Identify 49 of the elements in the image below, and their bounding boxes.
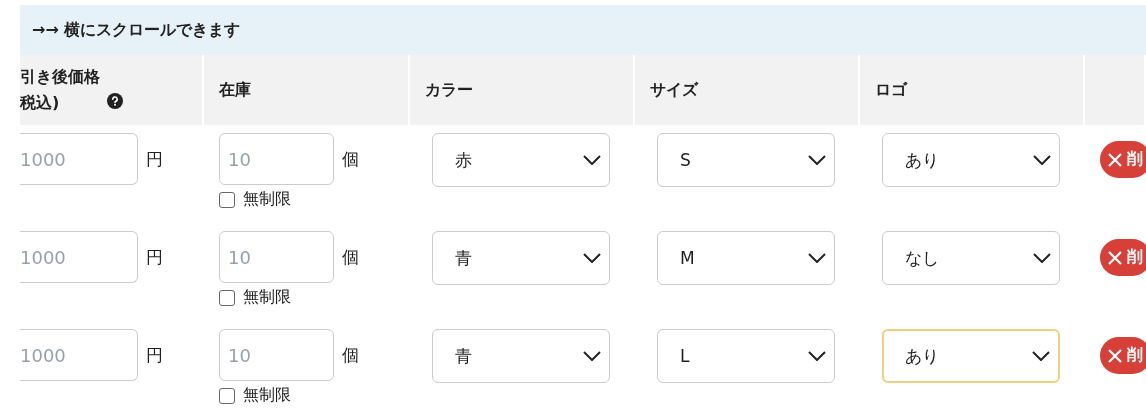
- close-icon: [1108, 152, 1122, 167]
- dropdown[interactable]: なし: [882, 231, 1060, 285]
- checkbox[interactable]: [219, 387, 235, 404]
- chevron-down-icon: [808, 155, 826, 165]
- dropdown[interactable]: 青: [432, 329, 610, 383]
- unit-label: 個: [342, 246, 359, 269]
- notice-text: →→ 横にスクロールできます: [20, 5, 1146, 55]
- unit-label: 円: [146, 344, 163, 367]
- dropdown[interactable]: あり: [882, 133, 1060, 187]
- column-header: 引き後価格税込): [20, 66, 101, 114]
- dropdown[interactable]: M: [657, 231, 835, 285]
- column-header: サイズ: [650, 79, 698, 101]
- checkbox[interactable]: [219, 289, 235, 306]
- delete-button[interactable]: 削: [1100, 337, 1146, 374]
- checkbox-label: 無制限: [243, 385, 291, 406]
- column-header: ロゴ: [875, 79, 907, 101]
- chevron-down-icon: [808, 351, 826, 361]
- column-header: 在庫: [219, 79, 251, 101]
- column-header: カラー: [425, 79, 473, 101]
- chevron-down-icon: [1032, 351, 1050, 361]
- help-icon[interactable]: [107, 93, 123, 109]
- close-icon: [1108, 348, 1122, 363]
- stock-field[interactable]: 10: [219, 231, 334, 283]
- unit-label: 個: [342, 148, 359, 171]
- dropdown[interactable]: 赤: [432, 133, 610, 187]
- delete-button[interactable]: 削: [1100, 239, 1146, 276]
- checkbox-label: 無制限: [243, 189, 291, 210]
- stock-field[interactable]: 10: [219, 329, 334, 381]
- unit-label: 個: [342, 344, 359, 367]
- checkbox[interactable]: [219, 191, 235, 208]
- dropdown[interactable]: S: [657, 133, 835, 187]
- dropdown[interactable]: L: [657, 329, 835, 383]
- dropdown[interactable]: あり: [882, 329, 1060, 383]
- stock-field[interactable]: 10: [219, 133, 334, 185]
- chevron-down-icon: [1033, 155, 1051, 165]
- chevron-down-icon: [583, 253, 601, 263]
- close-icon: [1108, 250, 1122, 265]
- price-field[interactable]: 1000: [20, 231, 138, 283]
- unit-label: 円: [146, 148, 163, 171]
- chevron-down-icon: [1033, 253, 1051, 263]
- price-field[interactable]: 1000: [20, 329, 138, 381]
- chevron-down-icon: [583, 155, 601, 165]
- chevron-down-icon: [808, 253, 826, 263]
- unit-label: 円: [146, 246, 163, 269]
- price-field[interactable]: 1000: [20, 133, 138, 185]
- dropdown[interactable]: 青: [432, 231, 610, 285]
- delete-button[interactable]: 削: [1100, 141, 1146, 178]
- chevron-down-icon: [583, 351, 601, 361]
- checkbox-label: 無制限: [243, 287, 291, 308]
